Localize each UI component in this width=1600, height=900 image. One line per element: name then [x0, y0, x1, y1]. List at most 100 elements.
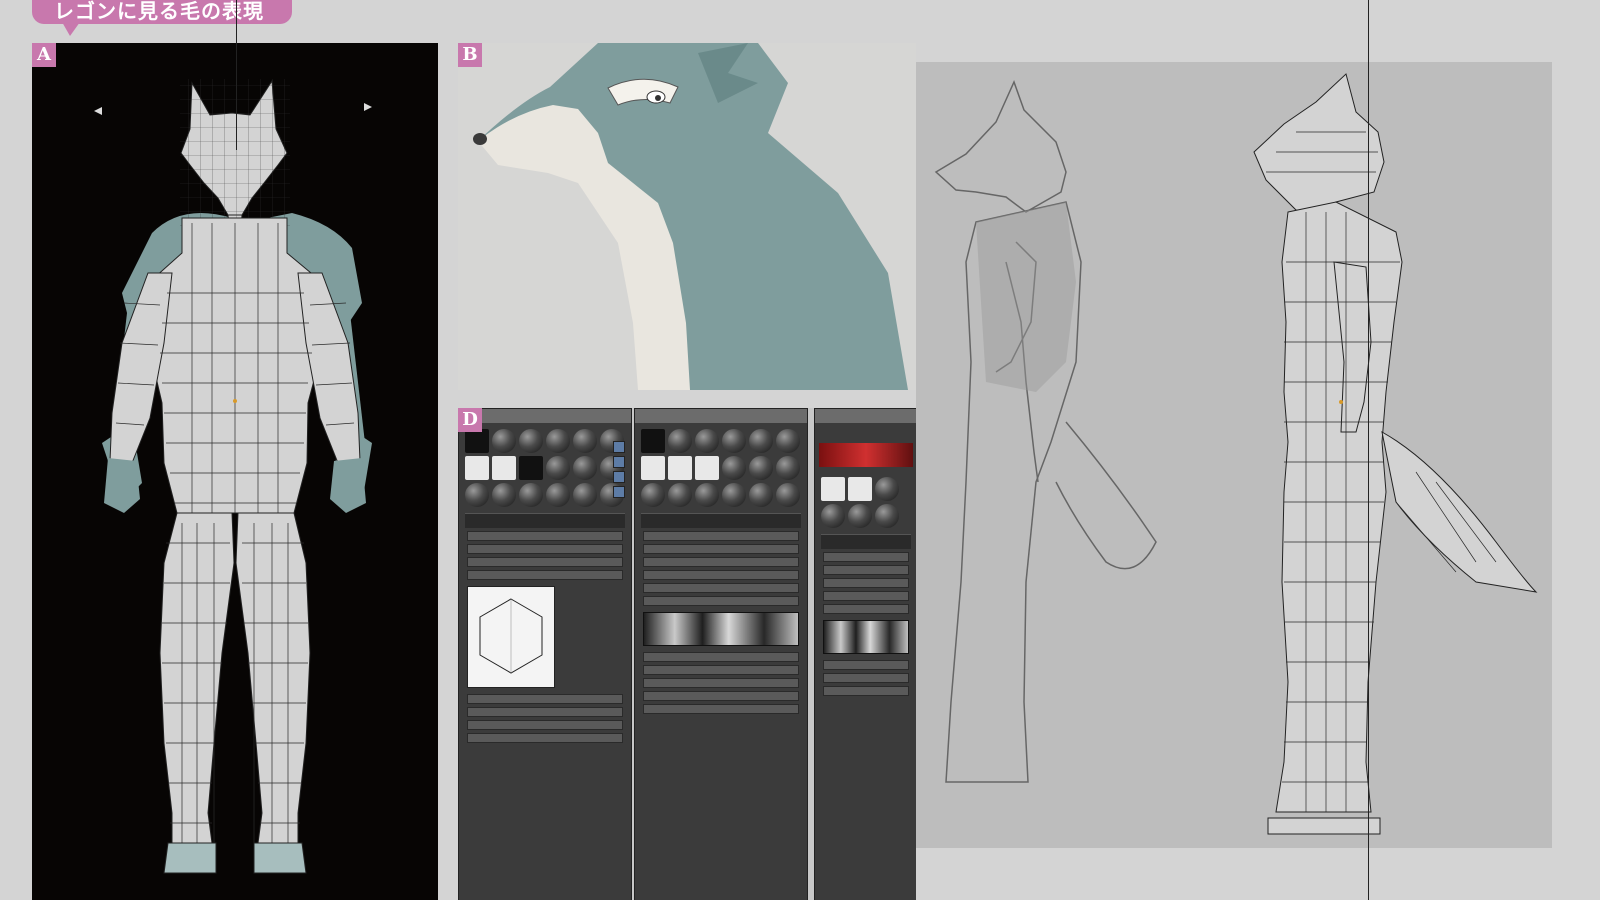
param-field[interactable]	[823, 604, 909, 614]
material-slot[interactable]	[519, 483, 543, 507]
param-field[interactable]	[643, 570, 799, 580]
material-slot[interactable]	[749, 483, 773, 507]
param-field[interactable]	[643, 691, 799, 701]
material-slot[interactable]	[749, 456, 773, 480]
material-slots-3[interactable]	[815, 471, 916, 532]
material-slot[interactable]	[776, 483, 800, 507]
tool-icon[interactable]	[613, 471, 625, 483]
panel-letter-b: B	[458, 43, 482, 67]
editor-toolbar-2[interactable]	[641, 513, 801, 528]
param-field[interactable]	[467, 544, 623, 554]
gradient-ramp[interactable]	[643, 612, 799, 646]
param-field[interactable]	[823, 660, 909, 670]
tool-icon[interactable]	[613, 441, 625, 453]
material-slot[interactable]	[573, 456, 597, 480]
material-slot[interactable]	[722, 429, 746, 453]
material-slot[interactable]	[546, 456, 570, 480]
guide-line-a	[236, 0, 237, 150]
front-wireframe-model	[94, 79, 372, 874]
material-slots-2[interactable]	[635, 423, 807, 511]
tool-icon[interactable]	[613, 456, 625, 468]
material-slot[interactable]	[875, 504, 899, 528]
material-slot[interactable]	[776, 456, 800, 480]
param-field[interactable]	[823, 673, 909, 683]
material-slot[interactable]	[668, 429, 692, 453]
material-slot[interactable]	[722, 483, 746, 507]
material-slot[interactable]	[722, 456, 746, 480]
side-reference-viewport[interactable]	[916, 62, 1552, 848]
param-field[interactable]	[643, 704, 799, 714]
param-field[interactable]	[467, 531, 623, 541]
material-editor-panel	[458, 408, 916, 900]
material-editor-window-2[interactable]	[634, 408, 808, 900]
param-field[interactable]	[823, 578, 909, 588]
front-viewport[interactable]	[32, 43, 438, 900]
material-slot[interactable]	[465, 429, 489, 453]
material-slot[interactable]	[668, 456, 692, 480]
param-field[interactable]	[643, 652, 799, 662]
material-slot[interactable]	[573, 483, 597, 507]
material-slot[interactable]	[749, 429, 773, 453]
param-field[interactable]	[467, 720, 623, 730]
param-field[interactable]	[823, 552, 909, 562]
material-slots-1[interactable]	[459, 423, 631, 511]
material-slot[interactable]	[519, 456, 543, 480]
param-field[interactable]	[467, 694, 623, 704]
param-field[interactable]	[643, 596, 799, 606]
editor-toolbar-3[interactable]	[821, 534, 911, 549]
param-field[interactable]	[643, 557, 799, 567]
material-slot[interactable]	[519, 429, 543, 453]
material-slot[interactable]	[492, 483, 516, 507]
material-slot[interactable]	[821, 504, 845, 528]
param-field[interactable]	[643, 544, 799, 554]
param-field[interactable]	[467, 707, 623, 717]
panel-letter-d: D	[458, 408, 482, 432]
gradient-ramp[interactable]	[823, 620, 909, 654]
material-editor-window-1[interactable]	[458, 408, 632, 900]
hexagon-shape	[479, 598, 543, 674]
material-editor-window-3[interactable]	[814, 408, 916, 900]
param-field[interactable]	[467, 557, 623, 567]
material-slot[interactable]	[848, 477, 872, 501]
material-slot[interactable]	[695, 483, 719, 507]
param-field[interactable]	[643, 531, 799, 541]
material-slot[interactable]	[546, 429, 570, 453]
editor-titlebar-1[interactable]	[459, 409, 631, 423]
hexagon-preview[interactable]	[467, 586, 555, 688]
material-slot[interactable]	[573, 429, 597, 453]
param-field[interactable]	[643, 678, 799, 688]
material-slot[interactable]	[821, 477, 845, 501]
material-slot[interactable]	[492, 429, 516, 453]
material-slot[interactable]	[695, 456, 719, 480]
param-field[interactable]	[823, 591, 909, 601]
guide-line-c	[1368, 0, 1369, 900]
red-material-strip[interactable]	[819, 443, 913, 467]
tool-icon[interactable]	[613, 486, 625, 498]
param-field[interactable]	[467, 570, 623, 580]
material-slot[interactable]	[641, 456, 665, 480]
param-field[interactable]	[823, 686, 909, 696]
section-title: レゴンに見る毛の表現	[32, 0, 292, 24]
material-slot[interactable]	[492, 456, 516, 480]
material-slot[interactable]	[848, 504, 872, 528]
panel-letter-a: A	[32, 43, 56, 67]
material-slot[interactable]	[546, 483, 570, 507]
material-slot[interactable]	[695, 429, 719, 453]
material-slot[interactable]	[641, 483, 665, 507]
editor-titlebar-2[interactable]	[635, 409, 807, 423]
anime-reference-image	[458, 43, 916, 390]
param-field[interactable]	[643, 583, 799, 593]
param-field[interactable]	[643, 665, 799, 675]
material-slot[interactable]	[776, 429, 800, 453]
editor-toolbar-1[interactable]	[465, 513, 625, 528]
material-slot[interactable]	[668, 483, 692, 507]
editor-side-tools[interactable]	[613, 438, 625, 501]
editor-titlebar-3[interactable]	[815, 409, 916, 423]
param-field[interactable]	[467, 733, 623, 743]
material-slot[interactable]	[465, 483, 489, 507]
material-slot[interactable]	[875, 477, 899, 501]
material-slot[interactable]	[465, 456, 489, 480]
material-slot[interactable]	[641, 429, 665, 453]
param-field[interactable]	[823, 565, 909, 575]
wolf-character-illustration	[473, 43, 908, 390]
